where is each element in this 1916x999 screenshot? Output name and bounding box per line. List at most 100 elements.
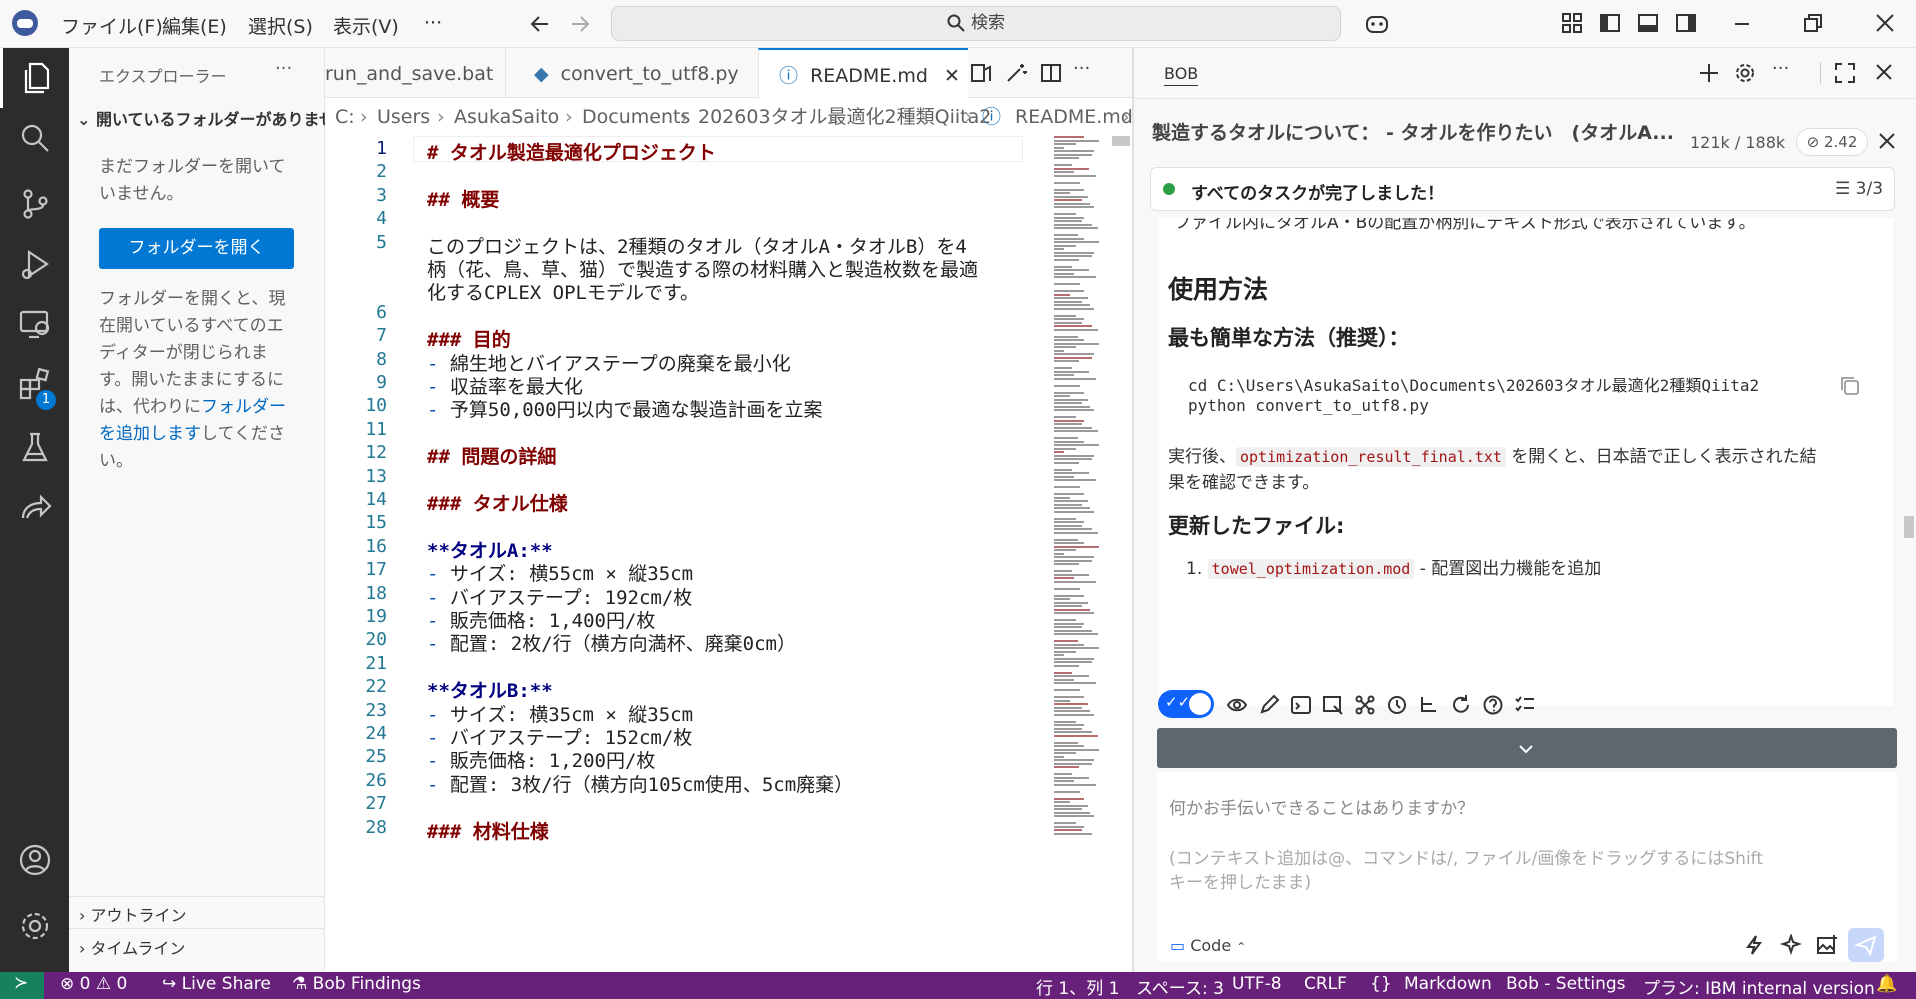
restore-icon[interactable] bbox=[1802, 12, 1824, 34]
minimap-line bbox=[1054, 398, 1088, 401]
line-number: 14 bbox=[365, 489, 387, 510]
minimap-line bbox=[1054, 167, 1089, 170]
layout-customize-icon[interactable] bbox=[1561, 12, 1583, 34]
terminal-icon[interactable] bbox=[1290, 694, 1312, 716]
menu-selection[interactable]: 選択(S) bbox=[248, 12, 313, 39]
indentation[interactable]: スペース: 3 bbox=[1136, 974, 1224, 999]
remote-explorer-activity[interactable] bbox=[0, 294, 69, 354]
task-complete-banner[interactable]: すべてのタスクが完了しました！ ☰ 3/3 bbox=[1150, 167, 1895, 211]
timeline-section-header[interactable]: › タイムライン bbox=[79, 935, 185, 959]
testing-activity[interactable] bbox=[0, 418, 69, 478]
command-search-box[interactable]: 検索 bbox=[611, 6, 1341, 41]
forward-arrow-icon[interactable] bbox=[568, 12, 592, 36]
language-mode[interactable]: Markdown bbox=[1404, 974, 1492, 994]
bob-settings[interactable]: Bob - Settings bbox=[1506, 974, 1626, 994]
open-folder-button[interactable]: フォルダーを開く bbox=[99, 228, 294, 269]
close-panel-icon[interactable] bbox=[1874, 62, 1894, 82]
live-share-item[interactable]: ↪ Live Share bbox=[162, 974, 271, 994]
maximize-panel-icon[interactable] bbox=[1834, 62, 1856, 84]
menu-more[interactable]: ··· bbox=[424, 12, 442, 34]
tab-readme[interactable]: ⓘ README.md ✕ bbox=[758, 48, 968, 99]
live-share-activity[interactable] bbox=[0, 478, 69, 538]
close-window-icon[interactable] bbox=[1874, 12, 1896, 34]
remote-indicator[interactable]: ≻ bbox=[0, 972, 44, 999]
bell-icon[interactable]: 🔔 bbox=[1876, 974, 1897, 994]
line-ending[interactable]: CRLF bbox=[1304, 974, 1347, 994]
close-task-icon[interactable] bbox=[1878, 132, 1896, 150]
bob-more-button[interactable]: ··· bbox=[1772, 58, 1789, 79]
lightning-icon[interactable] bbox=[1744, 934, 1766, 956]
breadcrumb-item[interactable]: C: bbox=[335, 98, 355, 136]
breadcrumb-item[interactable]: 202603タオル最適化2種類Qiita2 bbox=[698, 98, 991, 136]
run-debug-activity[interactable] bbox=[0, 234, 69, 294]
tab-convert-to-utf8[interactable]: ◆ convert_to_utf8.py bbox=[505, 48, 739, 98]
explorer-activity[interactable] bbox=[0, 48, 69, 108]
language-braces-icon[interactable]: {} bbox=[1370, 974, 1392, 994]
split-editor-icon[interactable] bbox=[1040, 62, 1062, 84]
toggle-secondary-sidebar-icon[interactable] bbox=[1675, 12, 1697, 34]
eye-icon[interactable] bbox=[1226, 694, 1248, 716]
copy-icon[interactable] bbox=[1838, 374, 1862, 398]
bob-findings-item[interactable]: ⚗ Bob Findings bbox=[292, 974, 421, 994]
browser-icon[interactable] bbox=[1322, 694, 1344, 716]
editor-more-button[interactable]: ··· bbox=[1073, 58, 1090, 79]
retry-icon[interactable] bbox=[1450, 694, 1472, 716]
input-hint-line-2: キーを押したまま) bbox=[1169, 873, 1312, 893]
minimap-line bbox=[1054, 573, 1089, 576]
source-control-activity[interactable] bbox=[0, 174, 69, 234]
task-title[interactable]: 製造するタオルについて： - タオルを作りたい (タオルA... bbox=[1152, 118, 1674, 145]
expand-input-button[interactable] bbox=[1157, 728, 1897, 768]
mode-selector[interactable]: ▭ Code ⌃ bbox=[1170, 936, 1246, 955]
mcp-icon[interactable] bbox=[1354, 694, 1376, 716]
breadcrumb-item[interactable]: AsukaSaito bbox=[454, 98, 559, 136]
minimap[interactable] bbox=[1052, 136, 1112, 936]
back-arrow-icon[interactable] bbox=[528, 12, 552, 36]
auto-approve-toggle[interactable]: ✓✓ bbox=[1158, 690, 1214, 718]
editor-scrollbar[interactable] bbox=[1112, 136, 1130, 146]
chat-scrollbar[interactable] bbox=[1904, 516, 1914, 538]
new-task-icon[interactable] bbox=[1698, 62, 1720, 84]
breadcrumb-item[interactable]: README.md bbox=[1015, 98, 1133, 136]
cursor-position[interactable]: 行 1、列 1 bbox=[1036, 974, 1119, 999]
encoding[interactable]: UTF-8 bbox=[1232, 974, 1282, 994]
minimap-line bbox=[1054, 171, 1074, 173]
tab-run-and-save[interactable]: run_and_save.bat bbox=[325, 48, 505, 98]
extensions-activity[interactable]: 1 bbox=[0, 354, 69, 414]
settings-gear-icon[interactable] bbox=[1734, 62, 1756, 84]
pencil-icon[interactable] bbox=[1258, 694, 1280, 716]
menu-view[interactable]: 表示(V) bbox=[333, 12, 399, 39]
plan-info[interactable]: プラン: IBM internal version bbox=[1643, 974, 1875, 999]
outline-section-header[interactable]: › アウトライン bbox=[79, 902, 187, 926]
send-button[interactable] bbox=[1848, 928, 1884, 962]
toggle-panel-icon[interactable] bbox=[1637, 12, 1659, 34]
bob-tab[interactable]: BOB bbox=[1164, 64, 1199, 86]
minimap-line bbox=[1054, 748, 1099, 751]
breadcrumb-item[interactable]: Documents bbox=[582, 98, 690, 136]
copilot-icon[interactable] bbox=[1363, 10, 1391, 38]
accounts-activity[interactable] bbox=[0, 830, 69, 890]
subtask-icon[interactable] bbox=[1418, 694, 1440, 716]
sidebar-more-button[interactable]: ··· bbox=[275, 58, 292, 79]
open-preview-icon[interactable] bbox=[970, 62, 992, 84]
todo-list-icon[interactable] bbox=[1514, 694, 1536, 716]
search-placeholder: 検索 bbox=[971, 13, 1005, 33]
mode-switch-icon[interactable] bbox=[1386, 694, 1408, 716]
minimap-line bbox=[1054, 752, 1076, 754]
tab-label: run_and_save.bat bbox=[325, 63, 494, 85]
menu-edit[interactable]: 編集(E) bbox=[162, 12, 227, 39]
no-folder-section-header[interactable]: ⌄ 開いているフォルダーがありません bbox=[77, 106, 351, 130]
breadcrumb-item[interactable]: Users bbox=[377, 98, 430, 136]
magic-wand-icon[interactable] bbox=[1005, 62, 1027, 84]
question-icon[interactable] bbox=[1482, 694, 1504, 716]
minimap-line bbox=[1054, 342, 1099, 345]
menu-file[interactable]: ファイル(F) bbox=[61, 12, 163, 39]
add-image-icon[interactable] bbox=[1816, 934, 1838, 956]
minimize-icon[interactable] bbox=[1732, 14, 1752, 34]
toggle-primary-sidebar-icon[interactable] bbox=[1599, 12, 1621, 34]
manage-activity[interactable] bbox=[0, 896, 69, 956]
close-tab-icon[interactable]: ✕ bbox=[944, 65, 960, 87]
code-editor[interactable]: 1 # タオル製造最適化プロジェクト 2 3 ## 概要 4 5 このプロジェクトは、2種類の… bbox=[325, 136, 1045, 972]
problems-indicator[interactable]: ⊗ 0 ⚠ 0 bbox=[60, 974, 127, 994]
search-activity[interactable] bbox=[0, 108, 69, 168]
enhance-prompt-icon[interactable] bbox=[1780, 934, 1802, 956]
